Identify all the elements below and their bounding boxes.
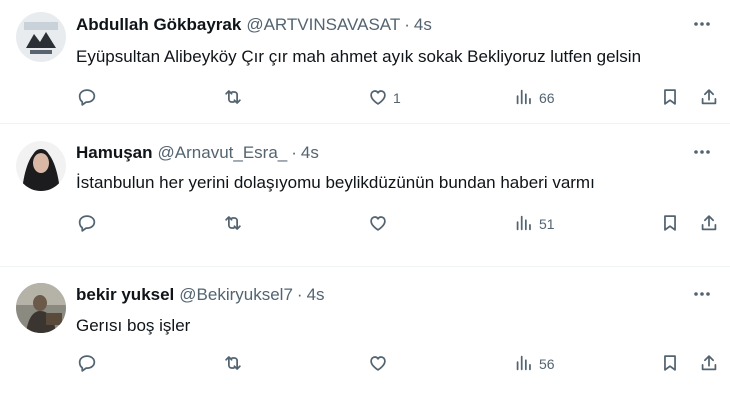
retweet-arrows-icon bbox=[222, 352, 244, 377]
bookmark-icon bbox=[659, 352, 681, 377]
views-button[interactable]: 56 bbox=[513, 352, 555, 376]
retweet-button[interactable] bbox=[222, 86, 244, 110]
tweet[interactable]: Hamuşan @Arnavut_Esra_ · 4s İstanbulun h… bbox=[0, 124, 730, 267]
bookmark-icon bbox=[659, 86, 681, 111]
avatar[interactable] bbox=[16, 283, 66, 333]
reply-button[interactable] bbox=[76, 352, 98, 376]
user-handle[interactable]: @Arnavut_Esra_ bbox=[158, 143, 288, 163]
user-handle[interactable]: @ARTVINSAVASAT bbox=[246, 15, 400, 35]
like-count: 1 bbox=[393, 90, 401, 106]
timestamp[interactable]: 4s bbox=[307, 285, 325, 305]
avatar[interactable] bbox=[16, 141, 66, 191]
views-button[interactable]: 66 bbox=[513, 86, 555, 110]
heart-icon bbox=[367, 86, 389, 111]
tweet-actions: 1 66 bbox=[76, 86, 722, 110]
bookmark-button[interactable] bbox=[659, 86, 681, 110]
tweet-header: bekir yuksel @Bekiryuksel7 · 4s bbox=[76, 284, 714, 306]
views-bar-chart-icon bbox=[513, 352, 535, 377]
share-button[interactable] bbox=[698, 86, 720, 110]
view-count: 51 bbox=[539, 216, 555, 232]
avatar[interactable] bbox=[16, 12, 66, 62]
tweet-header: Hamuşan @Arnavut_Esra_ · 4s bbox=[76, 142, 714, 164]
display-name[interactable]: bekir yuksel bbox=[76, 285, 174, 305]
bookmark-button[interactable] bbox=[659, 352, 681, 376]
like-button[interactable] bbox=[367, 352, 393, 376]
separator-dot: · bbox=[291, 143, 297, 162]
timestamp[interactable]: 4s bbox=[301, 143, 319, 163]
more-horizontal-icon[interactable] bbox=[690, 12, 714, 36]
heart-icon bbox=[367, 212, 389, 237]
retweet-arrows-icon bbox=[222, 212, 244, 237]
retweet-button[interactable] bbox=[222, 352, 244, 376]
separator-dot: · bbox=[404, 15, 410, 34]
tweet[interactable]: Abdullah Gökbayrak @ARTVINSAVASAT · 4s E… bbox=[0, 0, 730, 124]
tweet-feed: Abdullah Gökbayrak @ARTVINSAVASAT · 4s E… bbox=[0, 0, 730, 420]
heart-icon bbox=[367, 352, 389, 377]
bookmark-button[interactable] bbox=[659, 212, 681, 236]
tweet-header: Abdullah Gökbayrak @ARTVINSAVASAT · 4s bbox=[76, 14, 714, 36]
views-bar-chart-icon bbox=[513, 212, 535, 237]
retweet-arrows-icon bbox=[222, 86, 244, 111]
reply-bubble-icon bbox=[76, 86, 98, 111]
tweet-actions: 51 bbox=[76, 212, 722, 236]
share-upload-icon bbox=[698, 86, 720, 111]
view-count: 56 bbox=[539, 356, 555, 372]
share-upload-icon bbox=[698, 212, 720, 237]
reply-button[interactable] bbox=[76, 212, 98, 236]
reply-bubble-icon bbox=[76, 352, 98, 377]
share-button[interactable] bbox=[698, 352, 720, 376]
like-button[interactable]: 1 bbox=[367, 86, 401, 110]
tweet-text: Gerısı boş işler bbox=[76, 316, 191, 335]
views-button[interactable]: 51 bbox=[513, 212, 555, 236]
more-horizontal-icon[interactable] bbox=[690, 282, 714, 306]
reply-bubble-icon bbox=[76, 212, 98, 237]
reply-button[interactable] bbox=[76, 86, 98, 110]
display-name[interactable]: Hamuşan bbox=[76, 143, 153, 163]
bookmark-icon bbox=[659, 212, 681, 237]
more-horizontal-icon[interactable] bbox=[690, 140, 714, 164]
tweet-actions: 56 bbox=[76, 352, 722, 376]
share-upload-icon bbox=[698, 352, 720, 377]
tweet[interactable]: bekir yuksel @Bekiryuksel7 · 4s Gerısı b… bbox=[0, 267, 730, 420]
display-name[interactable]: Abdullah Gökbayrak bbox=[76, 15, 241, 35]
views-bar-chart-icon bbox=[513, 86, 535, 111]
retweet-button[interactable] bbox=[222, 212, 244, 236]
view-count: 66 bbox=[539, 90, 555, 106]
share-button[interactable] bbox=[698, 212, 720, 236]
like-button[interactable] bbox=[367, 212, 393, 236]
user-handle[interactable]: @Bekiryuksel7 bbox=[179, 285, 293, 305]
tweet-text: Eyüpsultan Alibeyköy Çır çır mah ahmet a… bbox=[76, 47, 642, 66]
tweet-text: İstanbulun her yerini dolaşıyomu beylikd… bbox=[76, 173, 595, 192]
timestamp[interactable]: 4s bbox=[414, 15, 432, 35]
separator-dot: · bbox=[296, 285, 303, 304]
